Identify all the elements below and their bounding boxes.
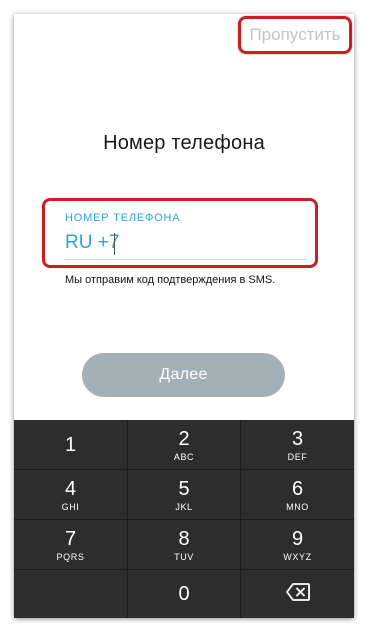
numeric-keypad: 1 2 ABC 3 DEF 4 GHI 5 JKL 6 MNO 7 PQRS 8 [14, 420, 354, 618]
key-letters: MNO [286, 501, 309, 512]
skip-button-label: Пропустить [249, 25, 341, 44]
keypad-divider [14, 469, 354, 470]
key-letters: WXYZ [283, 551, 312, 562]
key-digit: 9 [291, 527, 304, 550]
key-letters: JKL [175, 501, 193, 512]
key-digit: 1 [64, 433, 77, 456]
keypad-divider [14, 519, 354, 520]
phone-field-label: НОМЕР ТЕЛЕФОНА [65, 212, 181, 224]
key-empty [14, 570, 127, 618]
next-button[interactable]: Далее [82, 353, 285, 397]
keypad-divider [240, 420, 241, 618]
key-1[interactable]: 1 [14, 420, 127, 469]
key-7[interactable]: 7 PQRS [14, 520, 127, 569]
key-letters: TUV [174, 551, 194, 562]
key-5[interactable]: 5 JKL [128, 470, 240, 519]
key-digit: 5 [178, 477, 190, 500]
key-6[interactable]: 6 MNO [241, 470, 354, 519]
key-digit: 7 [64, 527, 77, 550]
key-letters: ABC [173, 451, 195, 462]
skip-button[interactable]: Пропустить [238, 16, 352, 54]
key-9[interactable]: 9 WXYZ [241, 520, 354, 569]
backspace-icon [285, 582, 310, 606]
key-digit: 2 [178, 427, 190, 450]
key-0[interactable]: 0 [128, 570, 240, 618]
key-letters: PQRS [56, 551, 85, 562]
key-digit: 8 [178, 527, 190, 550]
key-letters: DEF [287, 451, 308, 462]
phone-field-underline [65, 259, 307, 260]
backspace-key[interactable] [241, 570, 354, 618]
key-2[interactable]: 2 ABC [128, 420, 240, 469]
page-title: Номер телефона [103, 132, 265, 154]
key-letters: GHI [61, 501, 80, 512]
key-digit: 3 [291, 427, 304, 450]
text-cursor [114, 233, 115, 255]
key-digit: 0 [178, 583, 190, 605]
key-digit: 4 [64, 477, 77, 500]
keypad-divider [127, 420, 128, 618]
key-4[interactable]: 4 GHI [14, 470, 127, 519]
phone-input[interactable]: RU +7 [65, 232, 119, 254]
sms-hint: Мы отправим код подтверждения в SMS. [65, 274, 276, 286]
key-3[interactable]: 3 DEF [241, 420, 354, 469]
keypad-divider [14, 569, 354, 570]
key-digit: 6 [291, 477, 304, 500]
key-8[interactable]: 8 TUV [128, 520, 240, 569]
app-screen: Пропустить Номер телефона НОМЕР ТЕЛЕФОНА… [14, 14, 354, 618]
next-button-label: Далее [159, 366, 208, 383]
